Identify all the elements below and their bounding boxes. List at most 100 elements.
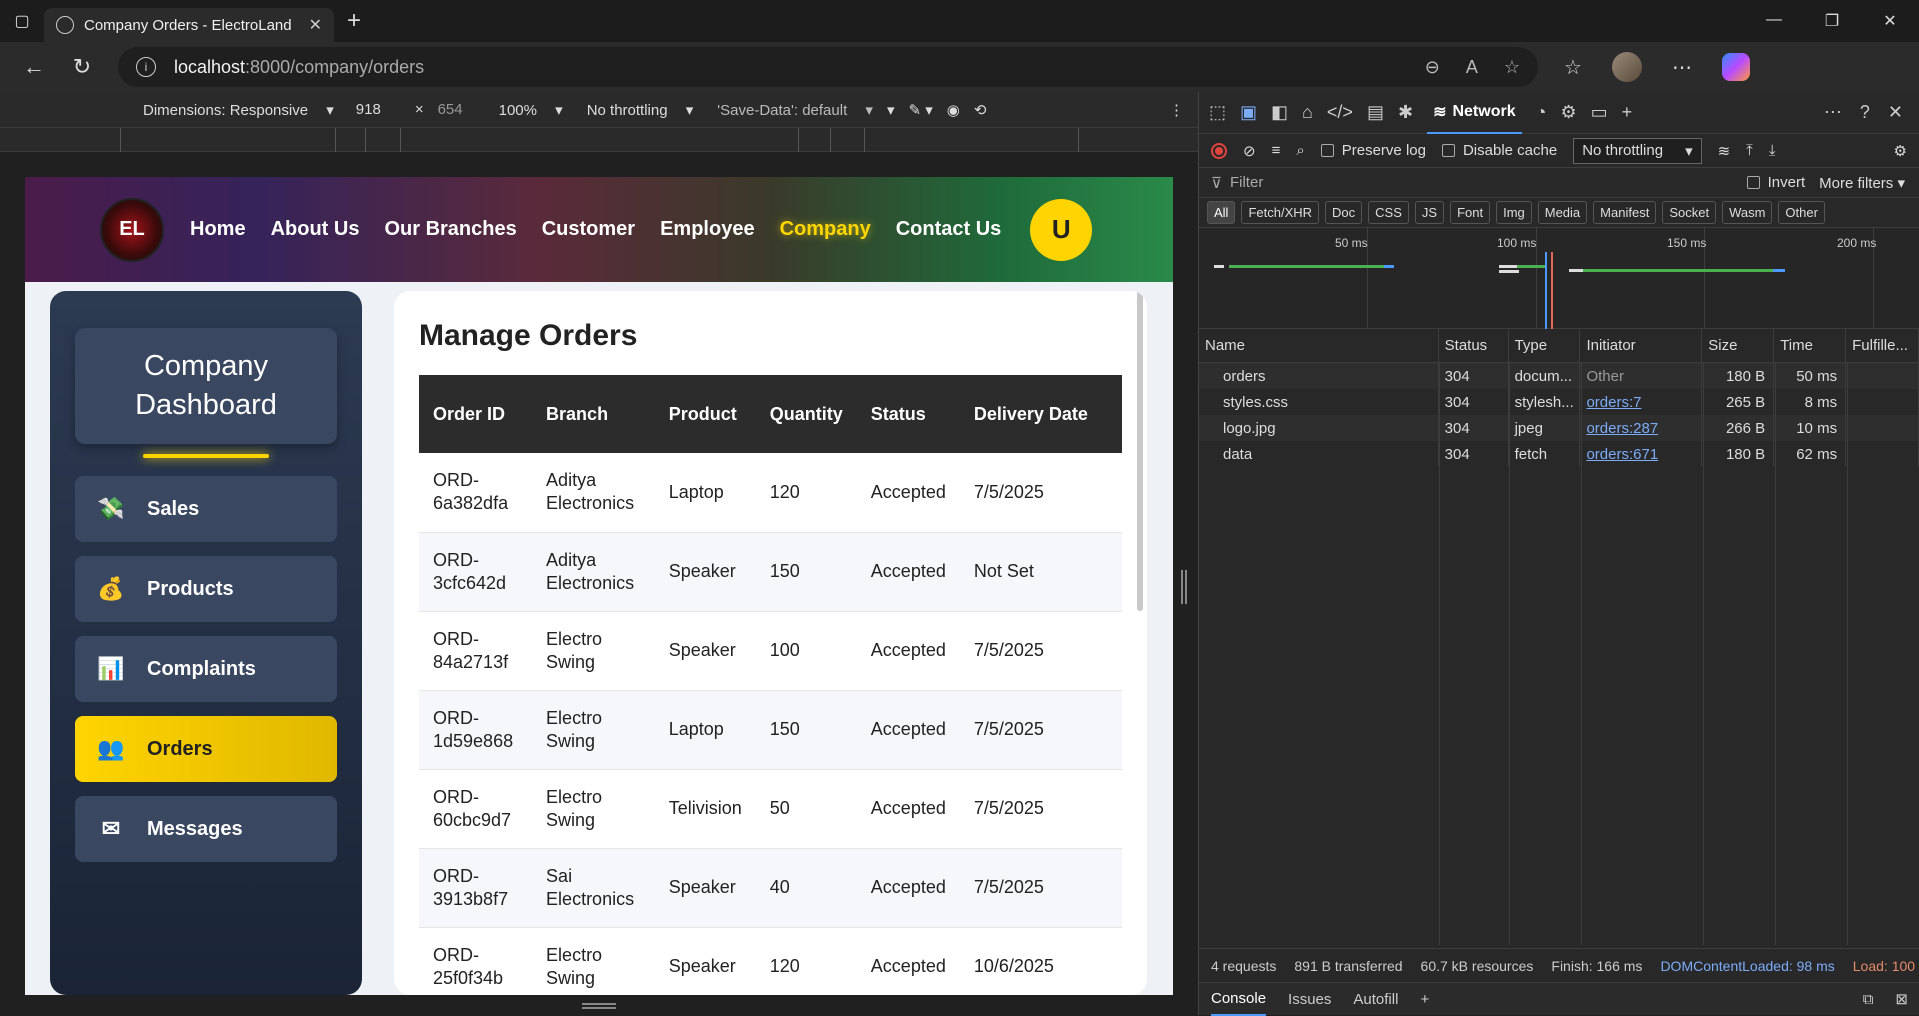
network-settings-icon[interactable]: ⚙ bbox=[1894, 142, 1907, 160]
tab-actions-icon[interactable]: ▢ bbox=[0, 0, 44, 42]
col-fulfilled[interactable]: Fulfille... bbox=[1846, 329, 1919, 362]
drawer-close-icon[interactable]: ⊠ bbox=[1895, 990, 1908, 1008]
dimensions-select[interactable]: Dimensions: Responsive ▾ bbox=[143, 101, 334, 119]
nav-branches[interactable]: Our Branches bbox=[384, 218, 516, 241]
network-throttle-select[interactable]: No throttling ▾ bbox=[1573, 137, 1702, 164]
type-filter-other[interactable]: Other bbox=[1778, 201, 1825, 224]
save-data-select[interactable]: 'Save-Data': default ▾ bbox=[717, 101, 873, 119]
type-filter-media[interactable]: Media bbox=[1537, 201, 1588, 224]
close-tab-icon[interactable]: ✕ bbox=[309, 15, 322, 35]
col-name[interactable]: Name bbox=[1199, 329, 1439, 362]
request-row[interactable]: logo.jpg 304 jpeg orders:287 266 B 10 ms bbox=[1199, 415, 1919, 441]
nav-employee[interactable]: Employee bbox=[660, 218, 754, 241]
col-type[interactable]: Type bbox=[1509, 329, 1581, 362]
refresh-button[interactable]: ↻ bbox=[58, 54, 106, 80]
user-avatar[interactable]: U bbox=[1030, 198, 1093, 261]
width-input[interactable]: 918 bbox=[356, 101, 381, 118]
read-aloud-icon[interactable]: A bbox=[1466, 57, 1478, 78]
network-conditions-icon[interactable]: ≋ bbox=[1718, 142, 1731, 160]
preserve-log-checkbox[interactable]: Preserve log bbox=[1320, 142, 1426, 159]
type-filter-css[interactable]: CSS bbox=[1368, 201, 1409, 224]
welcome-home-icon[interactable]: ⌂ bbox=[1302, 102, 1313, 123]
devtools-more-icon[interactable]: ⋯ bbox=[1824, 102, 1842, 123]
col-initiator[interactable]: Initiator bbox=[1580, 329, 1703, 362]
add-tool-icon[interactable]: + bbox=[1622, 102, 1633, 123]
back-button[interactable]: ← bbox=[10, 54, 58, 80]
disable-cache-checkbox[interactable]: Disable cache bbox=[1441, 142, 1557, 159]
sidebar-item-sales[interactable]: 💸 Sales bbox=[75, 476, 337, 542]
site-logo[interactable]: EL bbox=[100, 197, 164, 262]
elements-icon[interactable]: </> bbox=[1327, 102, 1353, 123]
zoom-icon[interactable]: ⊖ bbox=[1425, 57, 1440, 78]
inspect-icon[interactable]: ⬚ bbox=[1209, 102, 1226, 123]
more-filters-button[interactable]: More filters ▾ bbox=[1819, 174, 1905, 192]
restore-icon[interactable]: ❐ bbox=[1803, 11, 1861, 31]
export-har-icon[interactable]: ⤓ bbox=[1769, 142, 1776, 159]
zoom-select[interactable]: 100% ▾ bbox=[499, 101, 563, 119]
application-icon[interactable]: ▭ bbox=[1591, 102, 1608, 123]
rotate-icon[interactable]: ⟲ bbox=[974, 101, 987, 119]
filter-input[interactable]: Filter bbox=[1230, 174, 1747, 191]
nav-home[interactable]: Home bbox=[190, 218, 246, 241]
search-icon[interactable]: ⌕ bbox=[1296, 142, 1304, 159]
sidebar-item-messages[interactable]: ✉ Messages bbox=[75, 796, 337, 862]
col-status[interactable]: Status bbox=[1439, 329, 1509, 362]
more-options-chevron-icon[interactable]: ▾ bbox=[887, 101, 895, 119]
performance-icon[interactable]: ◔ bbox=[1536, 102, 1547, 123]
type-filter-fetchxhr[interactable]: Fetch/XHR bbox=[1241, 201, 1320, 224]
request-initiator[interactable]: orders:671 bbox=[1580, 441, 1703, 467]
filter-toggle-icon[interactable]: ≡ bbox=[1272, 142, 1281, 159]
viewport-bottom-grip[interactable] bbox=[582, 1003, 616, 1009]
col-size[interactable]: Size bbox=[1702, 329, 1775, 362]
drawer-tab-autofill[interactable]: Autofill bbox=[1353, 991, 1398, 1008]
request-row[interactable]: styles.css 304 stylesh... orders:7 265 B 8 ms bbox=[1199, 389, 1919, 415]
type-filter-img[interactable]: Img bbox=[1496, 201, 1532, 224]
viewport-resize-handle[interactable] bbox=[1181, 570, 1187, 604]
request-row[interactable]: orders 304 docum... Other 180 B 50 ms bbox=[1199, 363, 1919, 389]
nav-about[interactable]: About Us bbox=[271, 218, 360, 241]
copilot-icon[interactable] bbox=[1721, 53, 1750, 81]
profile-avatar[interactable] bbox=[1611, 52, 1642, 82]
type-filter-js[interactable]: JS bbox=[1414, 201, 1445, 224]
vision-icon[interactable]: ◉ bbox=[947, 101, 960, 119]
more-menu-icon[interactable]: ⋯ bbox=[1672, 55, 1692, 80]
site-info-icon[interactable]: i bbox=[136, 57, 156, 77]
request-initiator[interactable]: orders:287 bbox=[1580, 415, 1703, 441]
drawer-tab-issues[interactable]: Issues bbox=[1288, 991, 1331, 1008]
panel-scrollbar[interactable] bbox=[1137, 291, 1143, 611]
nav-customer[interactable]: Customer bbox=[542, 218, 635, 241]
drawer-tab-console[interactable]: Console bbox=[1211, 983, 1267, 1016]
sidebar-item-products[interactable]: 💰 Products bbox=[75, 556, 337, 622]
add-drawer-tab-icon[interactable]: + bbox=[1420, 991, 1429, 1008]
type-filter-manifest[interactable]: Manifest bbox=[1593, 201, 1657, 224]
clear-icon[interactable]: ⊘ bbox=[1243, 142, 1256, 160]
favorite-star-icon[interactable]: ☆ bbox=[1504, 57, 1520, 78]
request-row[interactable]: data 304 fetch orders:671 180 B 62 ms bbox=[1199, 441, 1919, 467]
request-initiator[interactable]: orders:7 bbox=[1580, 389, 1703, 415]
sidebar-item-orders[interactable]: 👥 Orders bbox=[75, 716, 337, 782]
close-window-icon[interactable]: ✕ bbox=[1861, 11, 1919, 31]
height-input[interactable]: 654 bbox=[438, 101, 463, 118]
tab-network[interactable]: ≋ Network bbox=[1427, 92, 1522, 134]
record-icon[interactable] bbox=[1211, 142, 1227, 159]
settings-gear-icon[interactable]: ⚙ bbox=[1560, 102, 1576, 123]
browser-tab[interactable]: Company Orders - ElectroLand ✕ bbox=[44, 8, 334, 42]
type-filter-socket[interactable]: Socket bbox=[1662, 201, 1717, 224]
device-more-icon[interactable]: ⋮ bbox=[1169, 101, 1184, 119]
device-toggle-icon[interactable]: ▣ bbox=[1240, 102, 1257, 123]
favorites-icon[interactable]: ☆ bbox=[1564, 55, 1582, 80]
dock-drawer-icon[interactable]: ⧉ bbox=[1863, 991, 1874, 1008]
eyedropper-icon[interactable]: ✎ ▾ bbox=[908, 101, 932, 119]
import-har-icon[interactable]: ⤒ bbox=[1746, 142, 1753, 159]
type-filter-wasm[interactable]: Wasm bbox=[1722, 201, 1773, 224]
invert-checkbox[interactable]: Invert bbox=[1746, 174, 1805, 191]
type-filter-doc[interactable]: Doc bbox=[1325, 201, 1363, 224]
nav-company[interactable]: Company bbox=[780, 218, 871, 241]
close-devtools-icon[interactable]: ✕ bbox=[1888, 102, 1903, 123]
type-filter-font[interactable]: Font bbox=[1450, 201, 1491, 224]
help-icon[interactable]: ? bbox=[1860, 102, 1870, 123]
nav-contact[interactable]: Contact Us bbox=[896, 218, 1002, 241]
console-icon[interactable]: ▤ bbox=[1367, 102, 1384, 123]
type-filter-all[interactable]: All bbox=[1207, 201, 1236, 224]
sources-bug-icon[interactable]: ✱ bbox=[1398, 102, 1413, 123]
